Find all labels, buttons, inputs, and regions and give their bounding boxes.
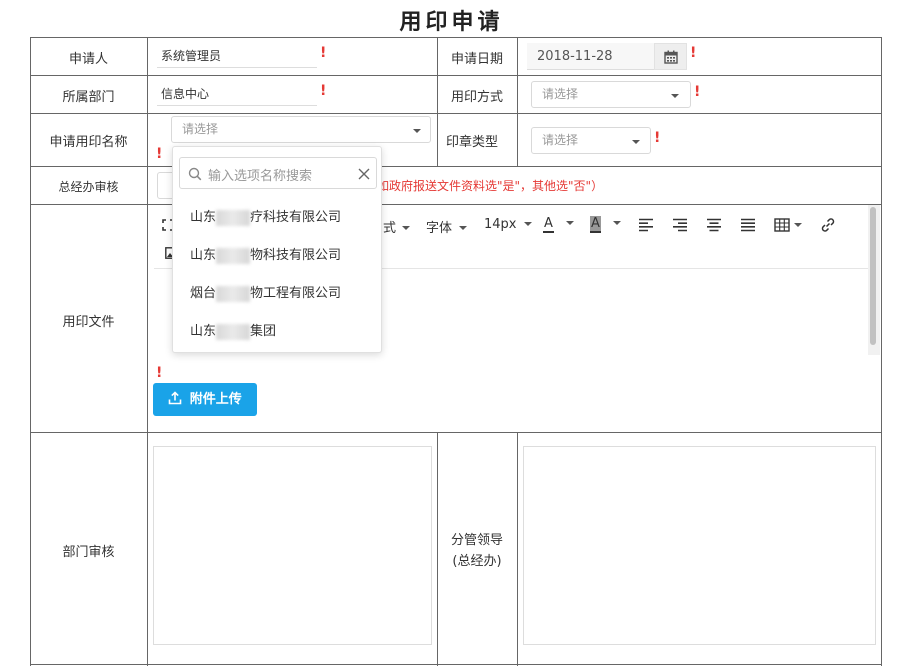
attachment-upload-label: 附件上传 bbox=[189, 392, 242, 407]
background-color-icon: A bbox=[590, 216, 601, 233]
calendar-button[interactable] bbox=[654, 43, 687, 70]
seal-type-select[interactable]: 请选择 bbox=[531, 127, 651, 154]
seal-method-select[interactable]: 请选择 bbox=[531, 81, 691, 108]
seal-type-label: 印章类型 bbox=[445, 135, 498, 150]
grid-line bbox=[30, 166, 882, 167]
grid-line bbox=[30, 37, 882, 38]
required-mark: ! bbox=[694, 84, 701, 100]
grid-line bbox=[147, 37, 148, 666]
applicant-input[interactable]: 系统管理员 bbox=[157, 44, 317, 68]
required-mark: ! bbox=[320, 45, 327, 61]
option-text-start: 山东 bbox=[190, 210, 217, 225]
seal-method-label: 用印方式 bbox=[450, 90, 503, 105]
branch-leader-label-line1: 分管领导 bbox=[450, 533, 503, 548]
chevron-down-icon bbox=[632, 140, 640, 144]
page-title: 用印申请 bbox=[399, 10, 504, 35]
option-text-start: 山东 bbox=[190, 248, 217, 263]
dropdown-option[interactable]: 山东 集团 bbox=[190, 320, 276, 340]
required-mark: ! bbox=[654, 130, 661, 146]
background-color-button[interactable]: A bbox=[590, 216, 622, 233]
department-label: 所属部门 bbox=[62, 90, 115, 105]
caret-down-icon bbox=[459, 226, 468, 230]
table-menu[interactable] bbox=[774, 217, 804, 233]
branch-leader-textarea[interactable] bbox=[523, 446, 876, 645]
required-mark: ! bbox=[156, 365, 163, 381]
seal-name-label: 申请用印名称 bbox=[49, 135, 128, 150]
gm-review-notice: 如政府报送文件资料选"是"，其他选"否"） bbox=[377, 179, 604, 193]
option-text-start: 山东 bbox=[190, 324, 217, 339]
dropdown-option[interactable]: 山东 物科技有限公司 bbox=[190, 244, 341, 264]
grid-line bbox=[30, 113, 882, 114]
link-icon[interactable] bbox=[820, 217, 836, 233]
close-icon[interactable] bbox=[358, 168, 370, 180]
required-mark: ! bbox=[690, 45, 697, 61]
seal-method-placeholder: 请选择 bbox=[542, 87, 579, 101]
seal-type-placeholder: 请选择 bbox=[542, 133, 579, 147]
font-color-button[interactable]: A bbox=[543, 216, 575, 233]
upload-icon bbox=[168, 391, 182, 405]
editor-scrollbar[interactable] bbox=[868, 205, 880, 355]
department-input[interactable]: 信息中心 bbox=[157, 82, 317, 106]
font-size-menu[interactable]: 14px bbox=[484, 217, 532, 232]
option-text-end: 疗科技有限公司 bbox=[250, 210, 342, 225]
font-family-label: 字体 bbox=[426, 221, 453, 236]
align-left-icon[interactable] bbox=[638, 218, 654, 232]
redacted-text bbox=[216, 285, 251, 302]
option-text-end: 集团 bbox=[250, 324, 277, 339]
font-size-label: 14px bbox=[484, 217, 517, 232]
redacted-text bbox=[216, 323, 251, 340]
chevron-down-icon bbox=[671, 94, 679, 98]
seal-name-placeholder: 请选择 bbox=[182, 122, 219, 136]
caret-down-icon bbox=[402, 226, 411, 230]
grid-line bbox=[30, 204, 882, 205]
dropdown-search-box[interactable]: 输入选项名称搜索 bbox=[179, 157, 377, 189]
search-icon bbox=[188, 167, 202, 181]
caret-down-icon bbox=[613, 221, 622, 225]
chevron-down-icon bbox=[413, 129, 421, 133]
grid-line bbox=[881, 37, 882, 666]
dropdown-option[interactable]: 烟台 物工程有限公司 bbox=[190, 282, 341, 302]
dropdown-search-placeholder: 输入选项名称搜索 bbox=[208, 169, 313, 184]
grid-line bbox=[30, 432, 882, 433]
apply-date-label: 申请日期 bbox=[450, 52, 503, 67]
attachment-upload-button[interactable]: 附件上传 bbox=[153, 383, 257, 416]
option-text-end: 物科技有限公司 bbox=[250, 248, 342, 263]
editor-scrollbar-thumb[interactable] bbox=[870, 207, 876, 345]
branch-leader-label: 分管领导 (总经办) bbox=[437, 530, 517, 572]
branch-leader-label-line2: (总经办) bbox=[452, 554, 502, 569]
dept-review-textarea[interactable] bbox=[153, 446, 432, 645]
calendar-icon bbox=[664, 50, 678, 64]
style-menu[interactable]: 式 bbox=[383, 217, 411, 236]
option-text-end: 物工程有限公司 bbox=[250, 286, 342, 301]
gm-review-label: 总经办审核 bbox=[58, 180, 119, 194]
grid-line bbox=[517, 37, 518, 166]
seal-name-dropdown: 输入选项名称搜索 山东 疗科技有限公司 山东 物科技有限公司 烟台 物工程有限公司 山… bbox=[172, 146, 382, 353]
caret-down-icon bbox=[566, 221, 575, 225]
style-menu-label: 式 bbox=[383, 221, 397, 236]
align-right-icon[interactable] bbox=[672, 218, 688, 232]
caret-down-icon bbox=[794, 223, 802, 227]
align-center-icon[interactable] bbox=[706, 218, 722, 232]
grid-line bbox=[517, 432, 518, 666]
table-icon bbox=[774, 218, 790, 232]
dept-review-label: 部门审核 bbox=[62, 545, 115, 560]
redacted-text bbox=[216, 209, 251, 226]
option-text-start: 烟台 bbox=[190, 286, 217, 301]
caret-down-icon bbox=[523, 222, 532, 226]
align-justify-icon[interactable] bbox=[740, 218, 756, 232]
seal-file-label: 用印文件 bbox=[62, 315, 115, 330]
required-mark: ! bbox=[156, 146, 163, 162]
applicant-label: 申请人 bbox=[68, 52, 108, 67]
required-mark: ! bbox=[320, 83, 327, 99]
redacted-text bbox=[216, 247, 251, 264]
font-color-icon: A bbox=[543, 216, 554, 233]
font-family-menu[interactable]: 字体 bbox=[426, 217, 468, 236]
grid-line bbox=[30, 664, 882, 665]
seal-name-select[interactable]: 请选择 bbox=[171, 116, 431, 143]
apply-date-input[interactable]: 2018-11-28 bbox=[527, 43, 655, 70]
grid-line bbox=[30, 75, 882, 76]
dropdown-option[interactable]: 山东 疗科技有限公司 bbox=[190, 206, 341, 226]
